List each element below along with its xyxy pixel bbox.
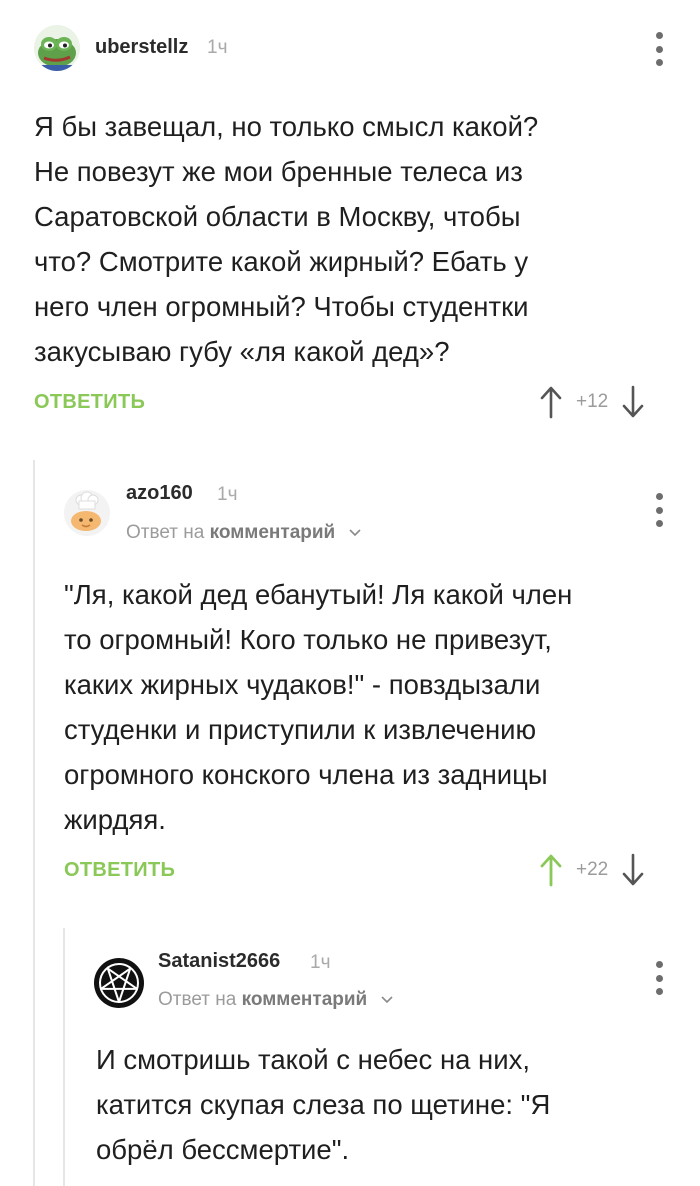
text-line: студенки и приступили к извлечению <box>64 714 537 745</box>
dot-icon <box>655 988 663 995</box>
comment-text: Я бы завещал, но только смысл какой? Не … <box>34 104 538 374</box>
thread-line <box>63 928 65 1186</box>
dot-icon <box>655 974 663 982</box>
comment-time: 1ч <box>217 484 238 505</box>
text-line: Не повезут же мои бренные телеса из <box>34 156 523 187</box>
upvote-arrow-icon[interactable] <box>540 385 562 419</box>
reply-to-link[interactable]: Ответ на комментарий <box>158 989 393 1011</box>
comment-username[interactable]: Satanist2666 <box>158 950 280 973</box>
user-avatar[interactable] <box>64 490 110 536</box>
reply-to-link[interactable]: Ответ на комментарий <box>126 522 361 544</box>
comment-menu-button[interactable] <box>649 493 669 527</box>
dot-icon <box>655 506 663 514</box>
downvote-arrow-icon[interactable] <box>622 853 644 887</box>
dot-icon <box>655 45 663 53</box>
dot-icon <box>655 961 663 968</box>
text-line: закусываю губу «ля какой дед»? <box>34 336 450 367</box>
vote-score: +22 <box>576 859 609 880</box>
reply-to-target: комментарий <box>241 989 368 1010</box>
thread-line <box>33 460 35 1186</box>
comment-username[interactable]: uberstellz <box>95 36 188 59</box>
comment-text: "Ля, какой дед ебанутый! Ля какой член т… <box>64 572 572 842</box>
comment-text: И смотришь такой с небес на них, катится… <box>96 1037 550 1172</box>
comment-time: 1ч <box>310 952 331 973</box>
cook-avatar-icon <box>64 490 110 536</box>
dot-icon <box>655 520 663 527</box>
comment-menu-button[interactable] <box>649 32 669 66</box>
comment-menu-button[interactable] <box>649 961 669 995</box>
chevron-down-icon <box>348 529 361 537</box>
vote-controls: +22 <box>540 852 644 888</box>
chevron-down-icon <box>380 996 393 1004</box>
dot-icon <box>655 493 663 500</box>
user-avatar[interactable] <box>94 958 144 1008</box>
text-line: то огромный! Кого только не привезут, <box>64 624 552 655</box>
text-line: него член огромный? Чтобы студентки <box>34 291 529 322</box>
user-avatar[interactable] <box>34 25 80 71</box>
reply-to-target: комментарий <box>209 522 336 543</box>
reply-to-prefix: Ответ на <box>126 522 205 543</box>
text-line: обрёл бессмертие". <box>96 1134 350 1165</box>
text-line: каких жирных чудаков!" - повздызали <box>64 669 541 700</box>
pentagram-avatar-icon <box>95 959 143 1007</box>
downvote-arrow-icon[interactable] <box>622 385 644 419</box>
vote-score: +12 <box>576 391 609 412</box>
reply-to-prefix: Ответ на <box>158 989 237 1010</box>
text-line: огромного конского члена из задницы <box>64 759 548 790</box>
text-line: И смотришь такой с небес на них, <box>96 1044 530 1075</box>
text-line: Саратовской области в Москву, чтобы <box>34 201 521 232</box>
text-line: жирдяя. <box>64 804 166 835</box>
vote-controls: +12 <box>540 384 644 420</box>
comment-time: 1ч <box>207 37 228 58</box>
pepe-frog-avatar-icon <box>38 37 76 71</box>
reply-button[interactable]: ОТВЕТИТЬ <box>34 391 145 414</box>
text-line: что? Смотрите какой жирный? Ебать у <box>34 246 529 277</box>
reply-button[interactable]: ОТВЕТИТЬ <box>64 859 175 882</box>
comment-username[interactable]: azo160 <box>126 482 193 505</box>
text-line: "Ля, какой дед ебанутый! Ля какой член <box>64 579 573 610</box>
dot-icon <box>655 59 663 66</box>
text-line: катится скупая слеза по щетине: "Я <box>96 1089 551 1120</box>
text-line: Я бы завещал, но только смысл какой? <box>34 111 539 142</box>
dot-icon <box>655 32 663 39</box>
upvote-arrow-icon[interactable] <box>540 853 562 887</box>
